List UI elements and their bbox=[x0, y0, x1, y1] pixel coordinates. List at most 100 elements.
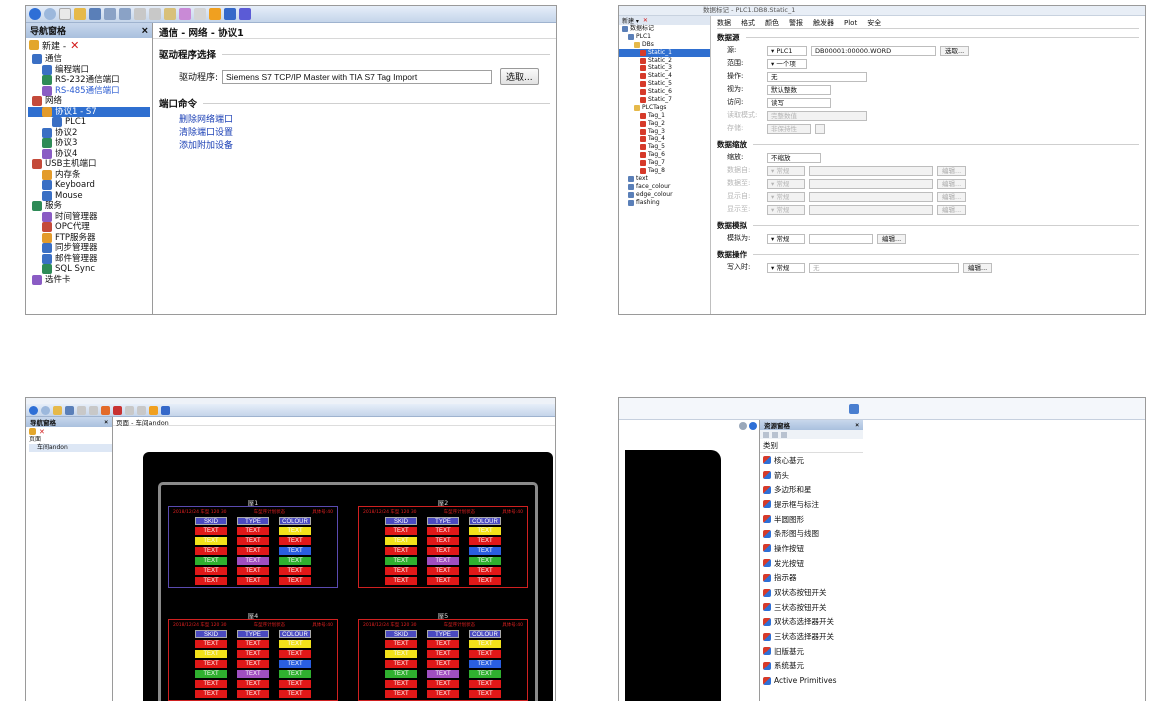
tab-security[interactable]: 安全 bbox=[867, 18, 881, 28]
add-device-link[interactable]: 添加附加设备 bbox=[179, 140, 550, 153]
resource-item[interactable]: 三状态选择器开关 bbox=[760, 629, 863, 644]
close-icon[interactable]: × bbox=[142, 25, 148, 37]
tag-tree-item[interactable]: Tag_7 bbox=[619, 159, 710, 167]
tree-item[interactable]: 编程端口 bbox=[28, 65, 150, 76]
resource-item[interactable]: 系统基元 bbox=[760, 659, 863, 674]
tag-tree-item[interactable]: edge_colour bbox=[619, 191, 710, 199]
send-icon[interactable] bbox=[209, 8, 221, 20]
toolbar-icon[interactable] bbox=[781, 431, 787, 438]
tag-tree-item[interactable]: Tag_8 bbox=[619, 167, 710, 175]
resource-item[interactable]: 旧版基元 bbox=[760, 644, 863, 659]
save-icon[interactable] bbox=[65, 405, 74, 415]
tree-item[interactable]: RS-485通信端口 bbox=[28, 86, 150, 97]
tree-item[interactable]: PLC1 bbox=[28, 117, 150, 128]
cut-icon[interactable] bbox=[134, 8, 146, 20]
resource-item[interactable]: 多边形和星 bbox=[760, 482, 863, 497]
back-icon[interactable] bbox=[29, 8, 41, 20]
sim-field[interactable] bbox=[809, 233, 873, 244]
delete-port-link[interactable]: 删除网络端口 bbox=[179, 114, 550, 127]
resource-item[interactable]: Active Primitives bbox=[760, 673, 863, 688]
window-icon[interactable] bbox=[849, 404, 859, 414]
tag-tree-item[interactable]: Static_1 bbox=[619, 48, 710, 57]
close-icon[interactable]: × bbox=[855, 422, 859, 429]
access-dropdown[interactable]: 读写 bbox=[767, 97, 831, 108]
treat-dropdown[interactable]: 默认整数 bbox=[767, 84, 831, 95]
tree-item-andon[interactable]: 车间andon bbox=[29, 444, 112, 452]
tag-tree-item[interactable]: PLC1 bbox=[619, 33, 710, 41]
resource-item[interactable]: 三状态按钮开关 bbox=[760, 600, 863, 615]
delete-icon[interactable]: ✕ bbox=[39, 428, 45, 436]
tag-tree-item[interactable]: Static_5 bbox=[619, 80, 710, 88]
driver-browse-button[interactable]: 选取... bbox=[500, 68, 539, 85]
tab-data[interactable]: 数据 bbox=[717, 18, 731, 28]
source-dropdown[interactable]: ▾ PLC1 bbox=[767, 45, 807, 56]
andon-zone[interactable]: 屋1 2018/12/24 车型 120 30 车型序计划状态 具体号:40 SKID T… bbox=[168, 497, 338, 588]
driver-field[interactable]: Siemens S7 TCP/IP Master with TIA S7 Tag… bbox=[222, 69, 493, 84]
tree-item[interactable]: 时间管理器 bbox=[28, 212, 150, 223]
tag-tree-item[interactable]: Static_7 bbox=[619, 96, 710, 104]
tab-alarms[interactable]: 警报 bbox=[789, 18, 803, 28]
tree-item[interactable]: Mouse bbox=[28, 191, 150, 202]
find-icon[interactable] bbox=[194, 8, 206, 20]
range-dropdown[interactable]: ▾ 一个项 bbox=[767, 58, 807, 69]
toolbar-icon[interactable] bbox=[772, 431, 778, 438]
tree-item[interactable]: OPC代理 bbox=[28, 222, 150, 233]
copy-icon[interactable] bbox=[89, 405, 98, 415]
wand-icon[interactable] bbox=[239, 8, 251, 20]
close-icon[interactable]: × bbox=[104, 419, 108, 426]
tag-tree-item[interactable]: Tag_6 bbox=[619, 151, 710, 159]
tag-tree-item[interactable]: 数据标记 bbox=[619, 25, 710, 33]
print-icon[interactable] bbox=[104, 8, 116, 20]
resource-item[interactable]: 核心基元 bbox=[760, 453, 863, 468]
tag-tree-item[interactable]: flashing bbox=[619, 199, 710, 207]
tag-tree-item[interactable]: Tag_3 bbox=[619, 128, 710, 136]
align-icon[interactable] bbox=[125, 405, 134, 415]
tree-item[interactable]: 通信 bbox=[28, 54, 150, 65]
tree-item[interactable]: FTP服务器 bbox=[28, 233, 150, 244]
resource-item[interactable]: 提示框与标注 bbox=[760, 497, 863, 512]
copy-icon[interactable] bbox=[149, 8, 161, 20]
resource-item[interactable]: 双状态选择器开关 bbox=[760, 615, 863, 630]
tag-tree-item[interactable]: DBs bbox=[619, 41, 710, 49]
tag-tree-item[interactable]: Static_2 bbox=[619, 57, 710, 65]
tree-item[interactable]: 邮件管理器 bbox=[28, 254, 150, 265]
tag-tree-item[interactable]: Tag_1 bbox=[619, 112, 710, 120]
write-dropdown[interactable]: ▾ 常规 bbox=[767, 262, 805, 273]
sim-edit-button[interactable]: 编辑... bbox=[877, 233, 907, 244]
shape-icon[interactable] bbox=[113, 405, 122, 415]
write-edit-button[interactable]: 编辑... bbox=[963, 262, 993, 273]
andon-zone[interactable]: 屋5 2018/12/24 车型 120 30 车型序计划状态 具体号:40 SKID T… bbox=[358, 610, 528, 701]
write-field[interactable]: 无 bbox=[809, 262, 959, 273]
new-button[interactable]: 新建 ▾ bbox=[622, 16, 639, 25]
scale-dropdown[interactable]: 不缩放 bbox=[767, 152, 821, 163]
resource-item[interactable]: 条形图与线图 bbox=[760, 526, 863, 541]
tree-item[interactable]: 协议2 bbox=[28, 128, 150, 139]
tree-item[interactable]: 协议3 bbox=[28, 138, 150, 149]
new-icon[interactable] bbox=[29, 40, 39, 50]
hmi-screen[interactable]: 屋1 2018/12/24 车型 120 30 车型序计划状态 具体号:40 SKID T… bbox=[143, 452, 553, 701]
tab-colors[interactable]: 颜色 bbox=[765, 18, 779, 28]
tree-item-pages[interactable]: 页面 bbox=[29, 436, 112, 444]
back-icon[interactable] bbox=[29, 405, 38, 415]
tree-item[interactable]: 内存条 bbox=[28, 170, 150, 181]
group-icon[interactable] bbox=[137, 405, 146, 415]
tag-icon[interactable] bbox=[179, 8, 191, 20]
op-dropdown[interactable]: 无 bbox=[767, 71, 867, 82]
delete-icon[interactable]: ✕ bbox=[643, 17, 648, 24]
clear-port-link[interactable]: 清除端口设置 bbox=[179, 127, 550, 140]
new-button[interactable]: 新建 - bbox=[42, 39, 66, 52]
resource-item[interactable]: 发光按钮 bbox=[760, 556, 863, 571]
resource-item[interactable]: 双状态按钮开关 bbox=[760, 585, 863, 600]
tree-item[interactable]: 服务 bbox=[28, 201, 150, 212]
resource-item[interactable]: 半圆图形 bbox=[760, 512, 863, 527]
tree-item[interactable]: 选件卡 bbox=[28, 275, 150, 286]
tag-tree-item[interactable]: text bbox=[619, 175, 710, 183]
resource-item[interactable]: 指示器 bbox=[760, 571, 863, 586]
tree-item[interactable]: 同步管理器 bbox=[28, 243, 150, 254]
tree-item[interactable]: 协议4 bbox=[28, 149, 150, 160]
tag-tree-item[interactable]: Static_3 bbox=[619, 64, 710, 72]
tree-item[interactable]: 网络 bbox=[28, 96, 150, 107]
tab-plot[interactable]: Plot bbox=[844, 19, 857, 27]
toolbar-icon[interactable] bbox=[763, 431, 769, 438]
tag-tree-item[interactable]: Tag_2 bbox=[619, 120, 710, 128]
